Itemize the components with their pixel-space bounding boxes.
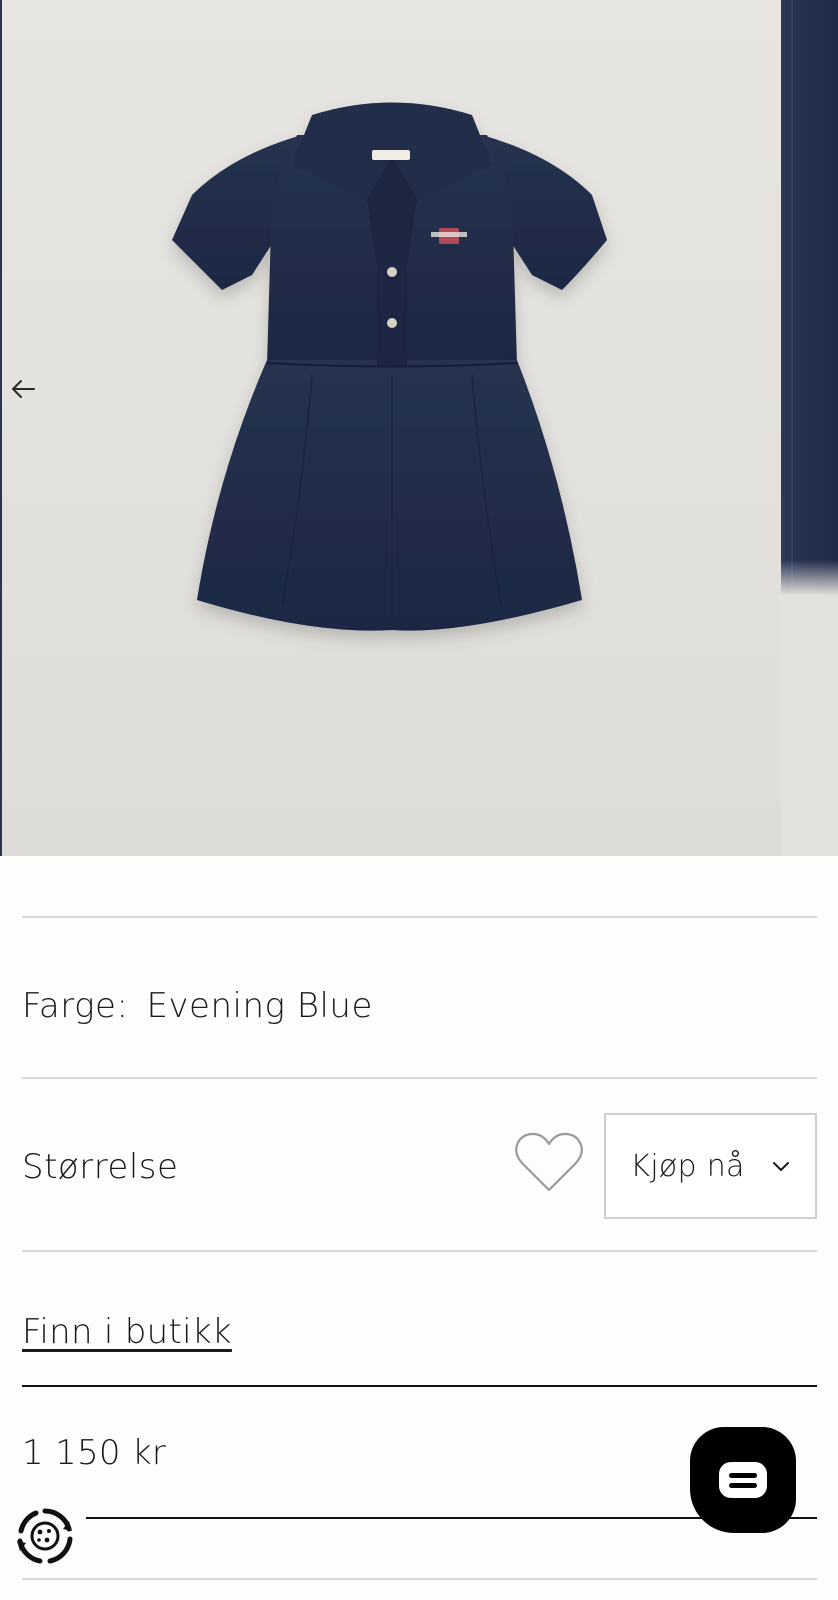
color-row: Farge: Evening Blue — [22, 986, 373, 1026]
cookie-settings-icon[interactable] — [14, 1505, 76, 1567]
find-in-store-link[interactable]: Finn i butikk — [22, 1312, 232, 1352]
buy-now-dropdown[interactable]: Kjøp nå — [604, 1113, 817, 1219]
arrow-left-icon[interactable] — [8, 374, 38, 404]
heart-icon[interactable] — [513, 1131, 585, 1195]
divider — [22, 1385, 817, 1387]
price: 1 150 kr — [22, 1433, 167, 1473]
dress-image — [172, 102, 607, 631]
chat-button[interactable] — [690, 1427, 796, 1533]
color-value: Evening Blue — [146, 986, 373, 1026]
divider — [22, 1250, 817, 1252]
product-image-gallery[interactable] — [0, 0, 838, 856]
buy-now-label: Kjøp nå — [630, 1148, 745, 1184]
chat-bubble-icon — [719, 1462, 767, 1498]
next-slide-preview[interactable] — [781, 0, 838, 856]
chevron-down-icon — [772, 1162, 789, 1171]
size-label: Størrelse — [22, 1147, 179, 1187]
color-label: Farge: — [22, 986, 129, 1026]
divider — [22, 1077, 817, 1079]
divider — [22, 916, 817, 918]
divider — [22, 1578, 817, 1580]
product-image[interactable] — [2, 0, 781, 856]
